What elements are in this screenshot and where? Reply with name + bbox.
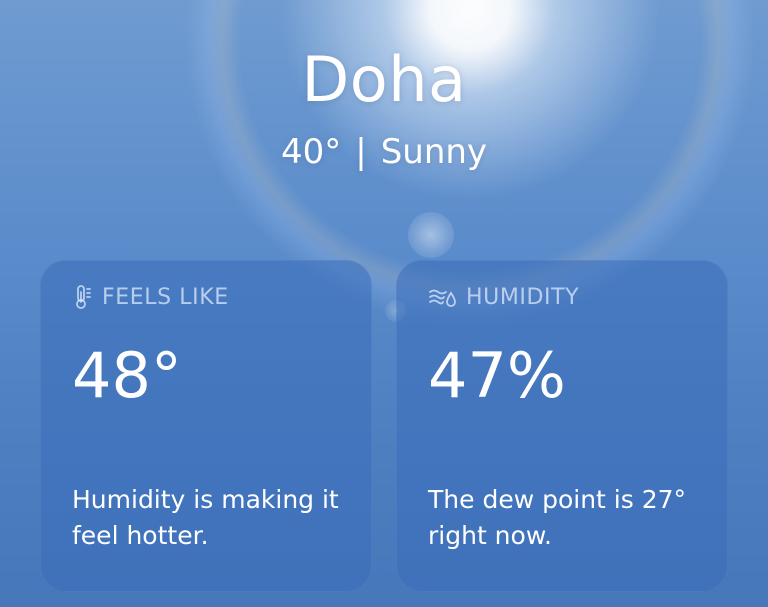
- humidity-icon: [428, 284, 458, 310]
- card-header: FEELS LIKE: [72, 284, 229, 310]
- lens-flare: [408, 212, 454, 258]
- current-temperature: 40°: [280, 132, 342, 172]
- feels-like-value: 48°: [72, 339, 182, 412]
- thermometer-icon: [72, 284, 94, 310]
- current-conditions: 40° | Sunny: [0, 130, 768, 174]
- humidity-description: The dew point is 27° right now.: [428, 485, 687, 550]
- card-title: HUMIDITY: [466, 284, 580, 310]
- current-condition: Sunny: [380, 132, 488, 172]
- feels-like-card[interactable]: FEELS LIKE 48° Humidity is making it fee…: [40, 260, 372, 592]
- feels-like-description: Humidity is making it feel hotter.: [72, 485, 339, 550]
- card-title: FEELS LIKE: [102, 284, 229, 310]
- separator: |: [355, 132, 367, 172]
- humidity-value: 47%: [428, 339, 566, 412]
- humidity-card[interactable]: HUMIDITY 47% The dew point is 27° right …: [396, 260, 728, 592]
- card-header: HUMIDITY: [428, 284, 579, 310]
- city-name: Doha: [301, 43, 467, 116]
